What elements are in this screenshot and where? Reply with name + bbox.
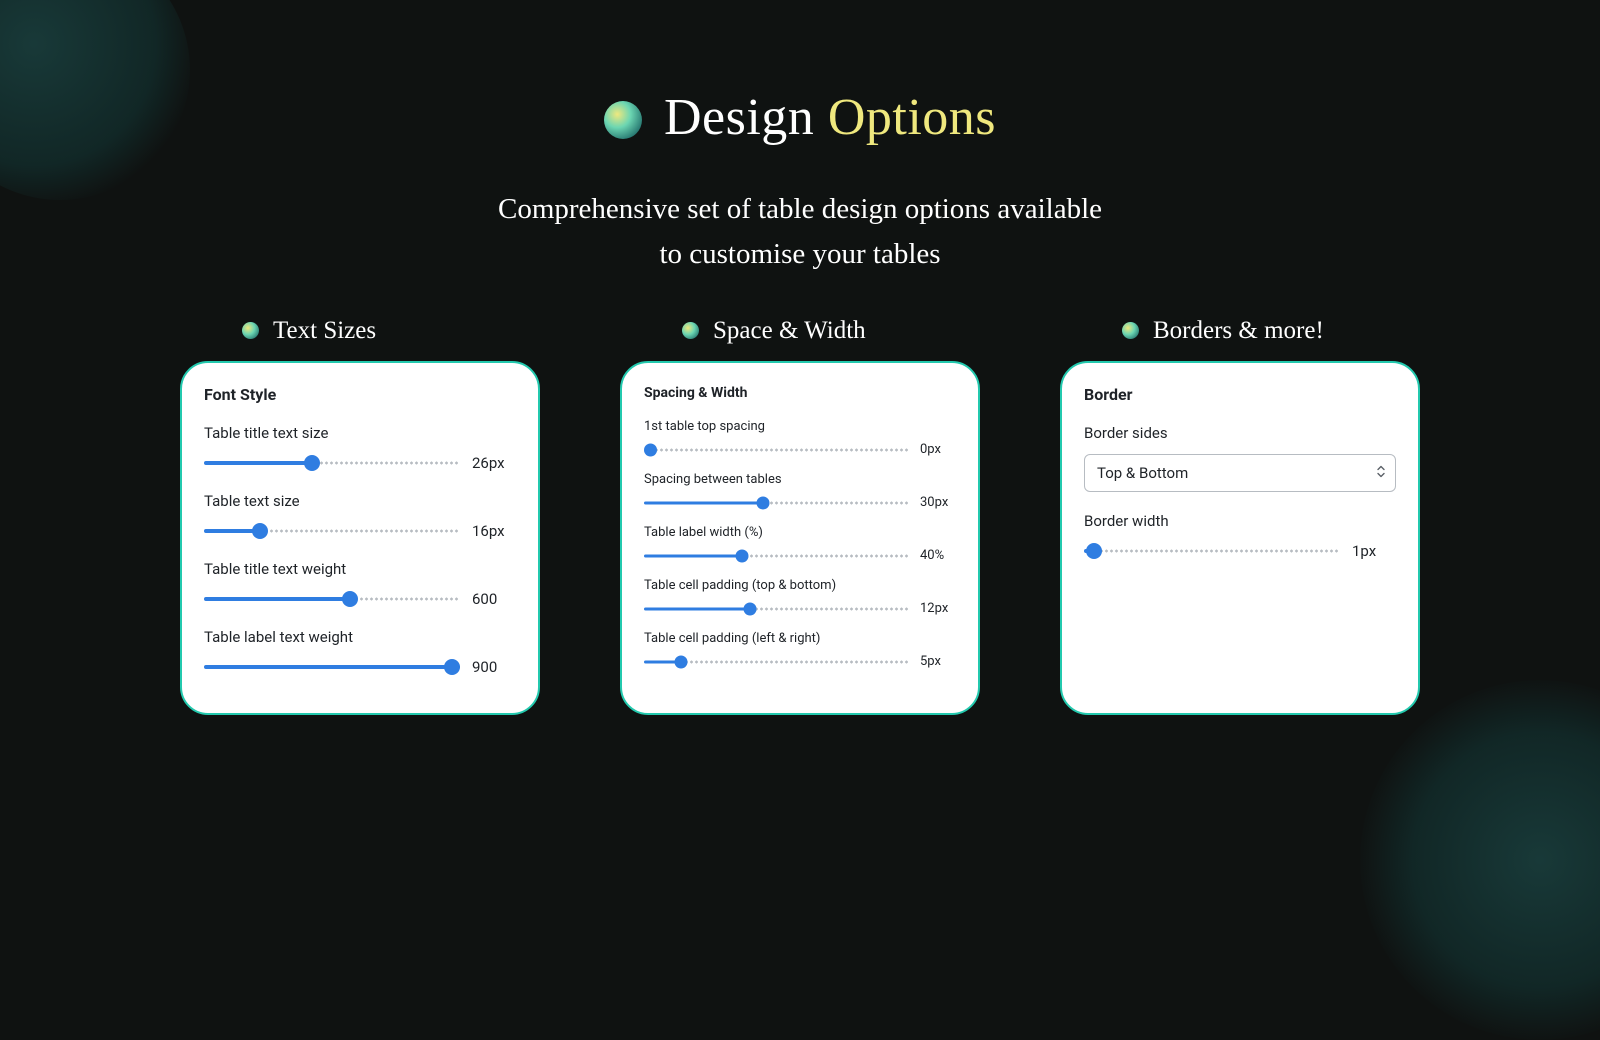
field-first-table-top-spacing: 1st table top spacing 0px bbox=[644, 419, 956, 458]
card-heading: Font Style bbox=[204, 385, 516, 404]
field-label: Table title text size bbox=[204, 424, 516, 442]
column-title: Borders & more! bbox=[1153, 317, 1324, 345]
slider-table-label-width[interactable] bbox=[644, 548, 908, 564]
field-table-text-size: Table text size 16px bbox=[204, 492, 516, 540]
slider-value: 30px bbox=[920, 495, 956, 510]
slider-table-title-text-weight[interactable] bbox=[204, 591, 460, 607]
card-heading: Border bbox=[1084, 385, 1396, 404]
slider-cell-padding-tb[interactable] bbox=[644, 601, 908, 617]
field-label: Table label text weight bbox=[204, 628, 516, 646]
slider-spacing-between-tables[interactable] bbox=[644, 495, 908, 511]
slider-value: 1px bbox=[1352, 542, 1396, 560]
column-borders: Borders & more! Border Border sides Top … bbox=[1060, 317, 1420, 715]
slider-value: 16px bbox=[472, 522, 516, 540]
page-title-row: Design Options bbox=[40, 88, 1560, 147]
field-table-label-text-weight: Table label text weight 900 bbox=[204, 628, 516, 676]
column-text-sizes: Text Sizes Font Style Table title text s… bbox=[180, 317, 540, 715]
field-label: Border width bbox=[1084, 512, 1396, 530]
slider-value: 600 bbox=[472, 590, 516, 608]
field-label: Spacing between tables bbox=[644, 472, 956, 487]
slider-first-table-top-spacing[interactable] bbox=[644, 442, 908, 458]
field-table-title-text-size: Table title text size 26px bbox=[204, 424, 516, 472]
title-prefix: Design bbox=[664, 89, 814, 146]
slider-table-text-size[interactable] bbox=[204, 523, 460, 539]
card-heading: Spacing & Width bbox=[644, 385, 956, 401]
bullet-icon bbox=[682, 322, 699, 339]
bullet-icon bbox=[1122, 322, 1139, 339]
card-border: Border Border sides Top & Bottom Border … bbox=[1060, 361, 1420, 715]
card-spacing-width: Spacing & Width 1st table top spacing 0p… bbox=[620, 361, 980, 715]
column-space-width: Space & Width Spacing & Width 1st table … bbox=[620, 317, 980, 715]
slider-value: 40% bbox=[920, 548, 956, 563]
field-label: 1st table top spacing bbox=[644, 419, 956, 434]
chevron-updown-icon bbox=[1377, 464, 1385, 481]
slider-value: 5px bbox=[920, 654, 956, 669]
slider-table-label-text-weight[interactable] bbox=[204, 659, 460, 675]
field-border-sides: Border sides Top & Bottom bbox=[1084, 424, 1396, 492]
page-title: Design Options bbox=[664, 88, 996, 147]
field-cell-padding-tb: Table cell padding (top & bottom) 12px bbox=[644, 578, 956, 617]
slider-table-title-text-size[interactable] bbox=[204, 455, 460, 471]
select-border-sides[interactable]: Top & Bottom bbox=[1084, 454, 1396, 492]
decor-gradient-bottom-right bbox=[1360, 680, 1600, 1040]
bullet-icon bbox=[604, 101, 642, 139]
field-label: Table title text weight bbox=[204, 560, 516, 578]
slider-value: 26px bbox=[472, 454, 516, 472]
page-subtitle: Comprehensive set of table design option… bbox=[40, 187, 1560, 277]
title-accent: Options bbox=[828, 89, 996, 146]
card-font-style: Font Style Table title text size 26px Ta… bbox=[180, 361, 540, 715]
column-title: Text Sizes bbox=[273, 317, 376, 345]
field-label: Border sides bbox=[1084, 424, 1396, 442]
field-border-width: Border width 1px bbox=[1084, 512, 1396, 560]
bullet-icon bbox=[242, 322, 259, 339]
slider-cell-padding-lr[interactable] bbox=[644, 654, 908, 670]
select-value: Top & Bottom bbox=[1097, 464, 1188, 482]
field-label: Table cell padding (top & bottom) bbox=[644, 578, 956, 593]
field-spacing-between-tables: Spacing between tables 30px bbox=[644, 472, 956, 511]
slider-value: 0px bbox=[920, 442, 956, 457]
slider-border-width[interactable] bbox=[1084, 543, 1340, 559]
field-label: Table text size bbox=[204, 492, 516, 510]
slider-value: 12px bbox=[920, 601, 956, 616]
field-table-title-text-weight: Table title text weight 600 bbox=[204, 560, 516, 608]
slider-value: 900 bbox=[472, 658, 516, 676]
field-label: Table cell padding (left & right) bbox=[644, 631, 956, 646]
field-label: Table label width (%) bbox=[644, 525, 956, 540]
column-title: Space & Width bbox=[713, 317, 866, 345]
field-table-label-width: Table label width (%) 40% bbox=[644, 525, 956, 564]
field-cell-padding-lr: Table cell padding (left & right) 5px bbox=[644, 631, 956, 670]
